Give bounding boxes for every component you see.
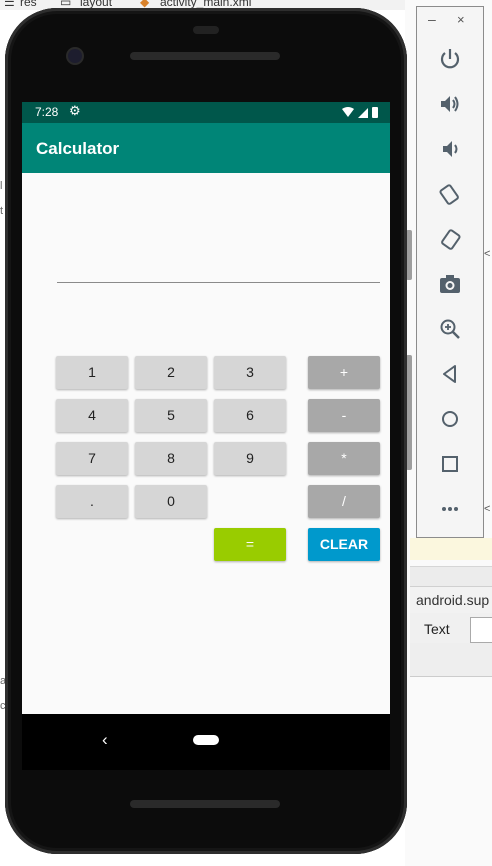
button-2[interactable]: 2 bbox=[135, 356, 207, 389]
cell-signal-icon bbox=[358, 108, 368, 118]
phone-frame: 7:28 ⚙ Calculator 1 2 3 + 4 5 6 - 7 8 9 … bbox=[5, 8, 407, 854]
text-tab-label: Text bbox=[424, 621, 450, 637]
ide-bottom-panel bbox=[410, 643, 492, 677]
ide-arrow-icon: < bbox=[484, 503, 491, 515]
button-5[interactable]: 5 bbox=[135, 399, 207, 432]
bottom-speaker bbox=[130, 800, 280, 808]
button-1[interactable]: 1 bbox=[56, 356, 128, 389]
minimize-button[interactable]: – bbox=[428, 11, 436, 27]
ide-tab-box[interactable] bbox=[470, 617, 492, 643]
button-6[interactable]: 6 bbox=[214, 399, 286, 432]
app-title: Calculator bbox=[36, 139, 120, 158]
button-clear[interactable]: CLEAR bbox=[308, 528, 380, 561]
button-equals[interactable]: = bbox=[214, 528, 286, 561]
button-minus[interactable]: - bbox=[308, 399, 380, 432]
close-button[interactable]: × bbox=[457, 12, 465, 27]
button-3[interactable]: 3 bbox=[214, 356, 286, 389]
gear-icon: ⚙ bbox=[69, 103, 81, 118]
phone-screen: 7:28 ⚙ Calculator 1 2 3 + 4 5 6 - 7 8 9 … bbox=[22, 102, 390, 714]
emulator-toolbar: – × bbox=[416, 6, 484, 538]
ide-text-tab[interactable]: Text bbox=[410, 613, 492, 644]
button-9[interactable]: 9 bbox=[214, 442, 286, 475]
ide-arrow-icon: < bbox=[484, 248, 491, 260]
status-bar: 7:28 ⚙ bbox=[22, 102, 390, 123]
res-folder-icon: ☰ bbox=[4, 0, 15, 9]
button-4[interactable]: 4 bbox=[56, 399, 128, 432]
sensor-slot bbox=[193, 26, 219, 34]
button-multiply[interactable]: * bbox=[308, 442, 380, 475]
volume-down-icon[interactable] bbox=[438, 137, 462, 161]
back-icon[interactable] bbox=[438, 362, 462, 386]
more-icon[interactable] bbox=[438, 497, 462, 521]
zoom-icon[interactable] bbox=[438, 317, 462, 341]
result-input-field[interactable] bbox=[57, 282, 380, 283]
rotate-left-icon[interactable] bbox=[438, 182, 462, 206]
rotate-right-icon[interactable] bbox=[438, 227, 462, 251]
ide-strip bbox=[410, 566, 492, 587]
signal-battery-icons bbox=[342, 107, 378, 118]
earpiece-speaker bbox=[130, 52, 280, 60]
volume-up-icon[interactable] bbox=[438, 92, 462, 116]
status-time: 7:28 bbox=[35, 105, 59, 119]
ide-left-gutter: l bbox=[0, 180, 3, 192]
ide-class-label: android.sup bbox=[410, 586, 492, 614]
button-divide[interactable]: / bbox=[308, 485, 380, 518]
button-8[interactable]: 8 bbox=[135, 442, 207, 475]
button-0[interactable]: 0 bbox=[135, 485, 207, 518]
button-7[interactable]: 7 bbox=[56, 442, 128, 475]
navigation-bar: ‹ bbox=[22, 714, 390, 770]
home-icon[interactable] bbox=[438, 407, 462, 431]
button-plus[interactable]: + bbox=[308, 356, 380, 389]
front-camera bbox=[68, 49, 82, 63]
emulator-window-controls: – × bbox=[417, 11, 483, 29]
power-icon[interactable] bbox=[438, 47, 462, 71]
battery-icon bbox=[372, 107, 378, 118]
camera-icon[interactable] bbox=[438, 272, 462, 296]
overview-icon[interactable] bbox=[438, 452, 462, 476]
nav-back-icon[interactable]: ‹ bbox=[102, 730, 108, 750]
app-bar: Calculator bbox=[22, 123, 390, 173]
breadcrumb-res[interactable]: res bbox=[20, 0, 37, 9]
button-dot[interactable]: . bbox=[56, 485, 128, 518]
ide-left-gutter: t bbox=[0, 205, 4, 217]
ide-highlight-row bbox=[410, 538, 492, 560]
nav-home-icon[interactable] bbox=[193, 735, 219, 745]
wifi-icon bbox=[342, 107, 354, 117]
